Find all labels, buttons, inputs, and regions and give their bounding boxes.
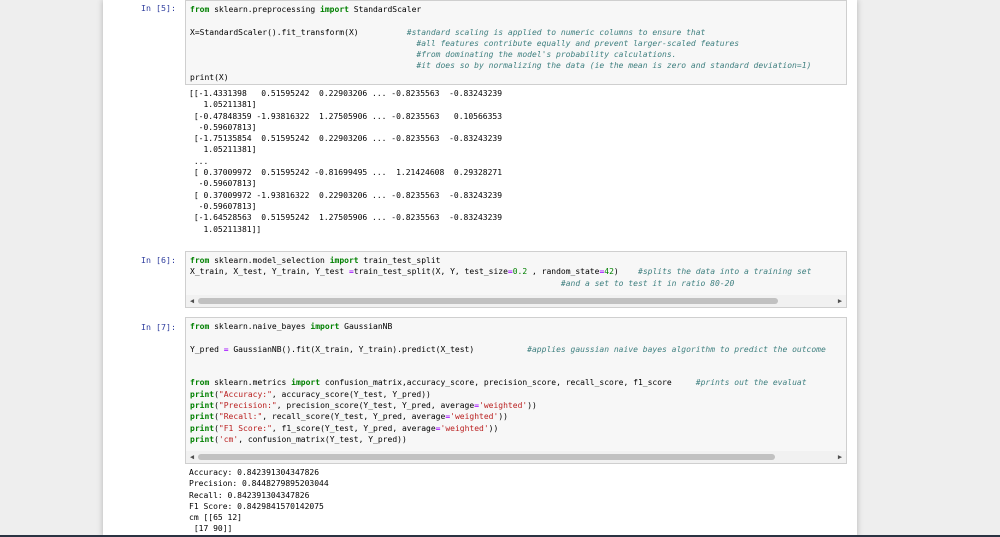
builtin-print: print <box>190 401 215 411</box>
code-text: , recall_score(Y_test, Y_pred, average <box>262 412 446 422</box>
cell-output: Accuracy: 0.842391304347826 Precision: 0… <box>189 468 329 534</box>
code-comment: #all features contribute equally and pre… <box>416 38 740 48</box>
horizontal-scrollbar[interactable]: ◀ ▶ <box>186 451 846 463</box>
scroll-right-arrow-icon[interactable]: ▶ <box>836 453 844 461</box>
code-text: GaussianNB().fit(X_train, Y_train).predi… <box>228 344 475 354</box>
import-name: StandardScaler <box>348 5 422 14</box>
import-names: confusion_matrix,accuracy_score, precisi… <box>320 378 672 388</box>
code-text: )) <box>498 412 508 422</box>
code-input[interactable]: from sklearn.naive_bayes import Gaussian… <box>185 317 847 464</box>
scroll-right-arrow-icon[interactable]: ▶ <box>836 297 844 305</box>
code-text: )) <box>488 423 499 433</box>
scroll-left-arrow-icon[interactable]: ◀ <box>188 453 196 461</box>
code-text: , f1_score(Y_test, Y_pred, average <box>271 423 436 433</box>
keyword: from <box>190 378 210 388</box>
notebook-page: In [5]: from sklearn.preprocessing impor… <box>103 0 857 537</box>
builtin-print: print <box>190 434 215 444</box>
scrollbar-thumb[interactable] <box>198 454 775 460</box>
string-literal: "F1 Score:" <box>218 423 272 433</box>
string-literal: 'weighted' <box>479 401 528 411</box>
number-literal: 0.2 <box>512 267 528 277</box>
keyword: import <box>320 5 349 14</box>
scroll-left-arrow-icon[interactable]: ◀ <box>188 297 196 305</box>
cell-output: [[-1.4331398 0.51595242 0.22903206 ... -… <box>189 89 503 234</box>
string-literal: "Recall:" <box>218 412 263 422</box>
keyword: from <box>190 256 210 265</box>
code-text: )) <box>527 401 537 411</box>
code-comment: #applies gaussian naive bayes algorithm … <box>527 344 826 354</box>
keyword: import <box>329 256 359 265</box>
code-text: train_test_split(X, Y, test_size <box>353 267 508 277</box>
scrollbar-thumb[interactable] <box>198 298 778 304</box>
code-comment: #standard scaling is applied to numeric … <box>406 27 706 37</box>
code-comment: #splits the data into a training set <box>638 267 812 277</box>
keyword: from <box>190 5 210 14</box>
code-text: , confusion_matrix(Y_test, Y_pred)) <box>238 434 407 444</box>
code-text: , precision_score(Y_test, Y_pred, averag… <box>276 401 475 411</box>
horizontal-scrollbar[interactable]: ◀ ▶ <box>186 295 846 307</box>
module-name: sklearn.preprocessing <box>209 5 321 14</box>
number-literal: 42 <box>604 267 614 277</box>
string-literal: 'cm' <box>218 434 239 444</box>
builtin-print: print <box>190 423 215 433</box>
keyword: import <box>291 378 321 388</box>
import-name: GaussianNB <box>339 322 393 331</box>
module-name: sklearn.metrics <box>209 378 292 388</box>
builtin-print: print <box>190 412 215 422</box>
module-name: sklearn.naive_bayes <box>209 322 311 331</box>
keyword: from <box>190 322 210 331</box>
code-text: X_train, X_test, Y_train, Y_test <box>190 267 349 277</box>
builtin-print: print <box>190 389 215 399</box>
code-comment: #and a set to test it in ratio 80-20 <box>560 278 735 288</box>
code-comment: #from dominating the model's probability… <box>416 50 677 60</box>
code-comment: #it does so by normalizing the data (ie … <box>416 61 812 71</box>
keyword: import <box>310 322 340 331</box>
code-line: X=StandardScaler().fit_transform(X) <box>190 27 359 37</box>
import-name: train_test_split <box>358 256 441 265</box>
code-text: , accuracy_score(Y_test, Y_pred)) <box>271 389 431 399</box>
string-literal: "Accuracy:" <box>218 389 272 399</box>
code-line: print(X) <box>190 72 229 82</box>
code-text: , random_state <box>527 267 600 277</box>
code-input[interactable]: from sklearn.model_selection import trai… <box>185 251 847 308</box>
string-literal: "Precision:" <box>218 401 277 411</box>
string-literal: 'weighted' <box>440 423 489 433</box>
code-input[interactable]: from sklearn.preprocessing import Standa… <box>185 0 847 85</box>
code-text: Y_pred <box>190 344 224 354</box>
module-name: sklearn.model_selection <box>209 256 330 265</box>
code-text: ) <box>613 267 619 277</box>
string-literal: 'weighted' <box>450 412 499 422</box>
code-comment: #prints out the evaluat <box>695 378 807 388</box>
